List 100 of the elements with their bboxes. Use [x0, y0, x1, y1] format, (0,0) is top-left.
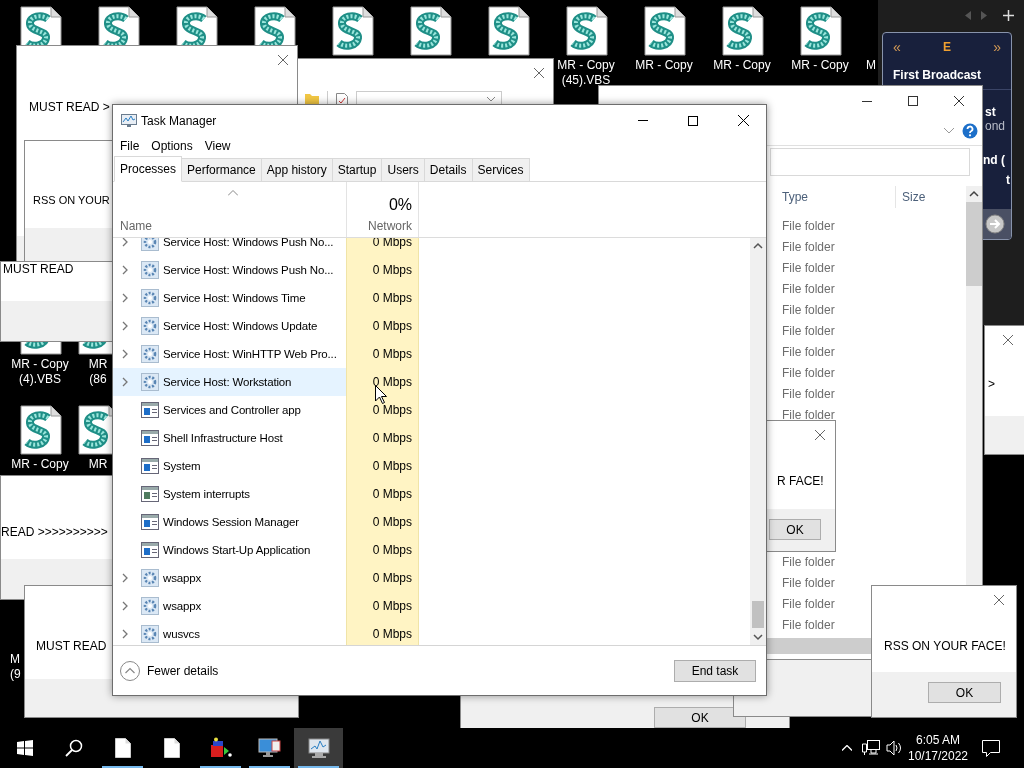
monitor-icon[interactable] [257, 737, 282, 759]
icon-label: MR - Copy (4).VBS [11, 357, 69, 387]
fewer-details-link[interactable]: Fewer details [147, 663, 219, 678]
task-manager-icon[interactable] [306, 737, 331, 759]
process-row[interactable]: Service Host: Windows Update 0 Mbps [113, 312, 750, 340]
menu-item[interactable]: Options [151, 139, 193, 153]
table-cell: 0 Mbps [346, 368, 419, 396]
plus-icon[interactable] [1003, 9, 1014, 21]
headline-text[interactable]: nd ( [983, 153, 1011, 167]
expand-chevron-icon[interactable] [121, 573, 129, 583]
headline-text[interactable]: st [985, 105, 1011, 119]
menu-item[interactable]: View [204, 139, 231, 153]
table-cell: 0 Mbps [346, 312, 419, 340]
network-icon[interactable] [862, 740, 880, 756]
process-name: Windows Session Manager [163, 516, 299, 528]
process-row[interactable]: Service Host: Windows Push No... 0 Mbps [113, 256, 750, 284]
collapse-icon[interactable] [120, 660, 140, 681]
expand-chevron-icon[interactable] [121, 377, 129, 387]
next-arrow[interactable]: » [993, 39, 1001, 55]
notification-icon[interactable] [982, 739, 1000, 757]
document-icon[interactable] [114, 738, 131, 758]
process-name: System interrupts [163, 488, 250, 500]
tab[interactable]: Processes [114, 156, 183, 182]
ok-button[interactable]: OK [928, 682, 1001, 703]
process-name: Service Host: Windows Time [163, 292, 306, 304]
ok-button[interactable]: OK [654, 707, 746, 728]
process-row[interactable]: System 0 Mbps [113, 452, 750, 480]
headline-text[interactable]: First Broadcast [893, 68, 982, 82]
process-row[interactable]: Windows Start-Up Application 0 Mbps [113, 536, 750, 564]
search-field[interactable] [770, 148, 970, 176]
column-header[interactable]: Type [775, 190, 895, 204]
expand-chevron-icon[interactable] [121, 629, 129, 639]
cube-app-icon[interactable] [209, 737, 232, 759]
table-cell: 0 Mbps [346, 536, 419, 564]
expand-chevron-icon[interactable] [121, 293, 129, 303]
end-task-button[interactable]: End task [674, 659, 756, 682]
close-icon[interactable] [954, 96, 964, 106]
tab[interactable]: Users [381, 158, 425, 181]
scrollbar-thumb[interactable] [752, 601, 764, 628]
script-file-icon [797, 6, 843, 56]
maximize-icon[interactable] [688, 115, 698, 126]
clock-time[interactable]: 6:05 AM [916, 732, 960, 748]
arrow-right-icon[interactable] [985, 214, 1005, 234]
taskbar-button[interactable] [294, 728, 343, 768]
icon-label: MR - Copy [713, 58, 771, 73]
window-icon [141, 514, 159, 530]
script-file-icon [563, 6, 609, 56]
headline-text[interactable]: t [1006, 173, 1011, 187]
process-row[interactable]: wsappx 0 Mbps [113, 564, 750, 592]
column-header[interactable]: Name [120, 219, 346, 233]
process-row[interactable]: Service Host: Workstation 0 Mbps [113, 368, 750, 396]
tab[interactable]: Services [471, 158, 530, 181]
process-name: Service Host: WinHTTP Web Pro... [163, 348, 337, 360]
process-row[interactable]: Shell Infrastructure Host 0 Mbps [113, 424, 750, 452]
expand-chevron-icon[interactable] [121, 349, 129, 359]
tab[interactable]: Performance [181, 158, 262, 181]
table-cell: 0 Mbps [346, 564, 419, 592]
table-cell-text: File folder [781, 344, 836, 359]
previous-arrow[interactable]: « [893, 39, 901, 55]
process-row[interactable]: Service Host: Windows Push No... 0 Mbps [113, 238, 750, 256]
table-cell: 0 Mbps [346, 238, 419, 256]
process-row[interactable]: Service Host: Windows Time 0 Mbps [113, 284, 750, 312]
windows-logo-icon[interactable] [16, 740, 33, 756]
tab[interactable]: Startup [331, 158, 383, 181]
scrollbar-thumb[interactable] [966, 202, 982, 286]
table-cell: 0 Mbps [346, 592, 419, 620]
close-icon[interactable] [737, 115, 749, 126]
tab[interactable]: Details [423, 158, 473, 181]
expand-chevron-icon[interactable] [121, 601, 129, 611]
process-row[interactable]: Windows Session Manager 0 Mbps [113, 508, 750, 536]
clock-date[interactable]: 10/17/2022 [907, 748, 969, 764]
table-cell-text: File folder [781, 596, 836, 611]
table-cell-text: File folder [781, 554, 836, 569]
tab[interactable]: App history [260, 158, 333, 181]
gear-icon [141, 261, 159, 279]
message-text: READ >>>>>>>>>> [1, 525, 108, 539]
expand-chevron-icon[interactable] [121, 265, 129, 275]
minimize-icon[interactable] [862, 100, 872, 102]
ok-button[interactable]: OK [769, 519, 821, 540]
process-row[interactable]: wusvcs 0 Mbps [113, 620, 750, 645]
search-icon[interactable] [64, 739, 83, 757]
script-file-icon [485, 6, 531, 56]
chevron-up-icon[interactable] [842, 745, 852, 751]
column-header[interactable]: Network [368, 219, 412, 233]
process-name: Shell Infrastructure Host [163, 432, 283, 444]
process-name: Service Host: Windows Push No... [163, 264, 334, 276]
expand-chevron-icon[interactable] [121, 238, 129, 247]
volume-icon[interactable] [886, 740, 902, 756]
maximize-icon[interactable] [908, 96, 918, 106]
expand-chevron-icon[interactable] [121, 321, 129, 331]
document-icon[interactable] [163, 738, 180, 758]
menu-item[interactable]: File [120, 139, 140, 153]
script-file-icon [17, 405, 63, 455]
process-row[interactable]: Services and Controller app 0 Mbps [113, 396, 750, 424]
table-cell-text: File folder [781, 365, 836, 380]
chevron-down-icon[interactable] [944, 127, 954, 134]
process-row[interactable]: wsappx 0 Mbps [113, 592, 750, 620]
help-icon[interactable] [962, 122, 978, 139]
headline-subtitle: ond [985, 119, 1007, 133]
process-row[interactable]: System interrupts 0 Mbps [113, 480, 750, 508]
